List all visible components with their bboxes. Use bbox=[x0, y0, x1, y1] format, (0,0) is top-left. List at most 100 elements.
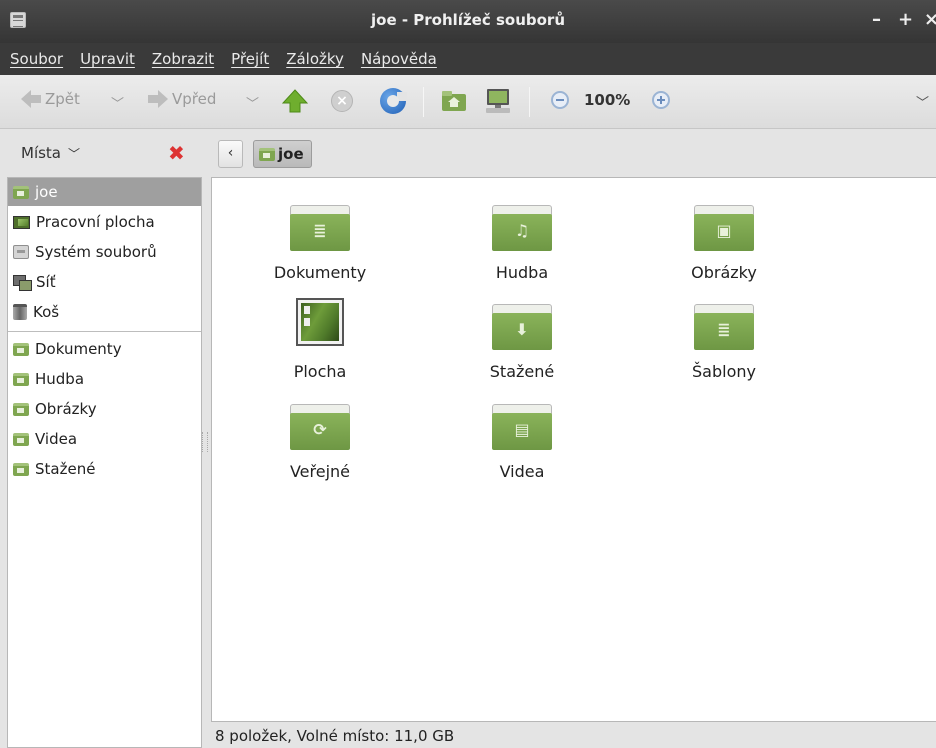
toolbar: Zpět ﹀ Vpřed ﹀ × 100% ﹀ bbox=[0, 75, 936, 129]
downloads-folder-icon bbox=[13, 462, 29, 476]
home-folder-icon bbox=[13, 185, 29, 199]
file-item-public[interactable]: ⟳ Veřejné bbox=[220, 385, 420, 481]
back-button[interactable]: Zpět bbox=[21, 90, 80, 108]
status-text: 8 položek, Volné místo: 11,0 GB bbox=[215, 727, 455, 745]
toolbar-separator bbox=[529, 87, 530, 117]
network-icon bbox=[13, 274, 32, 291]
file-item-label: Šablony bbox=[692, 362, 756, 381]
file-item-label: Dokumenty bbox=[273, 263, 367, 282]
file-item-documents[interactable]: ≣ Dokumenty bbox=[220, 186, 420, 282]
zoom-in-icon[interactable] bbox=[652, 91, 670, 109]
sidebar-item-home[interactable]: joe bbox=[8, 178, 201, 206]
maximize-button[interactable]: + bbox=[898, 9, 913, 30]
documents-folder-icon: ≣ bbox=[290, 205, 350, 251]
drive-icon bbox=[13, 245, 29, 259]
file-item-label: Obrázky bbox=[691, 263, 757, 282]
file-item-desktop[interactable]: Plocha bbox=[220, 285, 420, 381]
sidebar-item-label: Hudba bbox=[35, 370, 85, 388]
path-bar: ‹ joe bbox=[210, 130, 936, 177]
sidebar-item-label: Systém souborů bbox=[35, 243, 157, 261]
toolbar-separator bbox=[423, 87, 424, 117]
menu-bookmarks[interactable]: Záložky bbox=[286, 50, 344, 68]
music-folder-icon: ♫ bbox=[492, 205, 552, 251]
toolbar-overflow-chevron-icon[interactable]: ﹀ bbox=[916, 92, 929, 111]
file-item-label: Videa bbox=[499, 462, 545, 481]
places-selector[interactable]: Místa bbox=[21, 144, 61, 162]
documents-folder-icon bbox=[13, 342, 29, 356]
back-label: Zpět bbox=[45, 90, 80, 108]
path-back-button[interactable]: ‹ bbox=[218, 140, 243, 168]
pictures-folder-icon: ▣ bbox=[694, 205, 754, 251]
menu-bar: Soubor Upravit Zobrazit Přejít Záložky N… bbox=[0, 43, 936, 75]
go-back-icon bbox=[21, 90, 31, 108]
close-sidebar-icon[interactable]: ✖ bbox=[168, 141, 185, 165]
desktop-icon bbox=[13, 215, 30, 229]
go-up-icon[interactable] bbox=[282, 88, 308, 114]
sidebar-separator bbox=[8, 331, 201, 332]
sidebar-item-label: joe bbox=[35, 183, 58, 201]
downloads-folder-icon: ⬇ bbox=[492, 304, 552, 350]
sidebar-item-desktop[interactable]: Pracovní plocha bbox=[8, 208, 201, 236]
file-item-pictures[interactable]: ▣ Obrázky bbox=[624, 186, 824, 282]
forward-label: Vpřed bbox=[172, 90, 217, 108]
minimize-button[interactable]: – bbox=[872, 9, 881, 30]
breadcrumb-label: joe bbox=[278, 145, 304, 163]
sidebar-item-network[interactable]: Síť bbox=[8, 268, 201, 296]
sidebar-item-pictures[interactable]: Obrázky bbox=[8, 395, 201, 423]
sidebar-item-music[interactable]: Hudba bbox=[8, 365, 201, 393]
music-folder-icon bbox=[13, 372, 29, 386]
forward-history-chevron-icon[interactable]: ﹀ bbox=[246, 93, 259, 112]
stop-icon[interactable]: × bbox=[331, 90, 353, 112]
desktop-folder-icon bbox=[296, 298, 344, 346]
public-folder-icon: ⟳ bbox=[290, 404, 350, 450]
file-view: ≣ Dokumenty ♫ Hudba ▣ Obrázky Plocha ⬇ S… bbox=[211, 177, 936, 722]
videos-folder-icon bbox=[13, 432, 29, 446]
sidebar-item-label: Videa bbox=[35, 430, 78, 448]
sidebar-item-label: Stažené bbox=[35, 460, 96, 478]
menu-help[interactable]: Nápověda bbox=[361, 50, 437, 68]
file-item-templates[interactable]: ≣ Šablony bbox=[624, 285, 824, 381]
sidebar-item-label: Pracovní plocha bbox=[36, 213, 155, 231]
menu-edit[interactable]: Upravit bbox=[80, 50, 135, 68]
forward-button[interactable]: Vpřed bbox=[148, 90, 216, 108]
file-item-label: Plocha bbox=[293, 362, 347, 381]
zoom-level: 100% bbox=[584, 91, 631, 109]
pictures-folder-icon bbox=[13, 402, 29, 416]
menu-file[interactable]: Soubor bbox=[10, 50, 63, 68]
home-folder-icon bbox=[259, 147, 275, 161]
file-item-label: Veřejné bbox=[289, 462, 351, 481]
back-history-chevron-icon[interactable]: ﹀ bbox=[111, 93, 124, 112]
sidebar-item-trash[interactable]: Koš bbox=[8, 298, 201, 326]
file-item-label: Stažené bbox=[489, 362, 555, 381]
file-item-music[interactable]: ♫ Hudba bbox=[422, 186, 622, 282]
breadcrumb-home[interactable]: joe bbox=[253, 140, 312, 168]
file-item-downloads[interactable]: ⬇ Stažené bbox=[422, 285, 622, 381]
status-bar: 8 položek, Volné místo: 11,0 GB bbox=[211, 722, 936, 748]
sidebar-item-label: Síť bbox=[36, 273, 56, 291]
zoom-out-icon[interactable] bbox=[551, 91, 569, 109]
window-title: joe - Prohlížeč souborů bbox=[371, 11, 565, 29]
close-window-button[interactable]: × bbox=[924, 9, 936, 30]
sidebar-item-filesystem[interactable]: Systém souborů bbox=[8, 238, 201, 266]
file-manager-window: joe - Prohlížeč souborů – + × Soubor Upr… bbox=[0, 0, 936, 748]
sidebar-item-label: Obrázky bbox=[35, 400, 97, 418]
title-bar[interactable]: joe - Prohlížeč souborů – + × bbox=[0, 0, 936, 43]
sidebar-item-label: Koš bbox=[33, 303, 60, 321]
sidebar-item-documents[interactable]: Dokumenty bbox=[8, 335, 201, 363]
videos-folder-icon: ▤ bbox=[492, 404, 552, 450]
chevron-down-icon[interactable]: ﹀ bbox=[68, 145, 80, 162]
menu-go[interactable]: Přejít bbox=[231, 50, 269, 68]
home-icon[interactable] bbox=[441, 90, 467, 112]
places-header: Místa ﹀ ✖ bbox=[0, 130, 210, 177]
computer-icon[interactable] bbox=[484, 87, 512, 115]
file-item-label: Hudba bbox=[495, 263, 549, 282]
sidebar-item-videos[interactable]: Videa bbox=[8, 425, 201, 453]
file-item-videos[interactable]: ▤ Videa bbox=[422, 385, 622, 481]
trash-icon bbox=[13, 304, 27, 320]
menu-view[interactable]: Zobrazit bbox=[152, 50, 214, 68]
sidebar-item-label: Dokumenty bbox=[35, 340, 122, 358]
reload-icon[interactable] bbox=[380, 88, 407, 114]
pane-resize-handle[interactable] bbox=[202, 432, 208, 452]
sidebar-item-downloads[interactable]: Stažené bbox=[8, 455, 201, 483]
go-forward-icon bbox=[158, 90, 168, 108]
